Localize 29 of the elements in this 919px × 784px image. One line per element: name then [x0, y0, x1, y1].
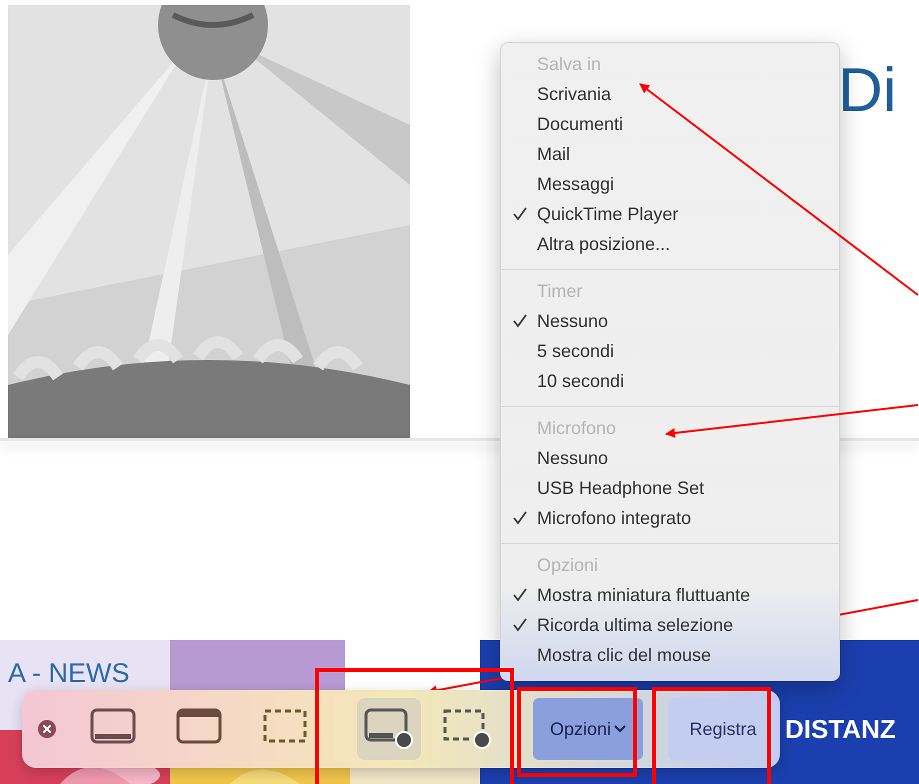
menu-item[interactable]: QuickTime Player	[537, 199, 678, 229]
menu-section-header: Salva in	[536, 53, 602, 76]
menu-item[interactable]: Altra posizione...	[537, 229, 670, 259]
capture-mode-button[interactable]	[357, 698, 421, 760]
menu-item[interactable]: Mostra clic del mouse	[537, 640, 712, 670]
news-label: A - NEWS	[8, 660, 130, 687]
menu-item[interactable]: Mail	[537, 139, 570, 169]
banner-text: DISTANZ	[785, 716, 896, 742]
menu-item[interactable]: USB Headphone Set	[537, 473, 704, 503]
menu-item[interactable]: Scrivania	[537, 79, 612, 109]
menu-item[interactable]: Nessuno	[537, 443, 608, 473]
close-icon[interactable]	[38, 720, 56, 738]
menu-section-header: Microfono	[536, 417, 618, 440]
options-button[interactable]: Opzioni	[533, 698, 643, 760]
menu-item[interactable]: 5 secondi	[537, 336, 614, 366]
menu-section-header: Opzioni	[536, 554, 600, 577]
screen-record-icon	[364, 708, 414, 750]
menu-item[interactable]: Mostra miniatura fluttuante	[537, 580, 750, 610]
menu-item[interactable]: Nessuno	[537, 306, 608, 336]
menu-item[interactable]: Messaggi	[537, 169, 614, 199]
chevron-down-icon	[614, 725, 626, 733]
menu-item[interactable]: 10 secondi	[537, 366, 624, 396]
menu-section-header: Timer	[536, 280, 584, 303]
menu-item[interactable]: Microfono integrato	[537, 503, 692, 533]
menu-item[interactable]: Ricorda ultima selezione	[537, 610, 734, 640]
menu-item[interactable]: Documenti	[537, 109, 624, 139]
page-heading: Di	[838, 60, 897, 122]
selection-record-icon	[442, 708, 492, 750]
record-button[interactable]: Registra	[668, 698, 778, 760]
